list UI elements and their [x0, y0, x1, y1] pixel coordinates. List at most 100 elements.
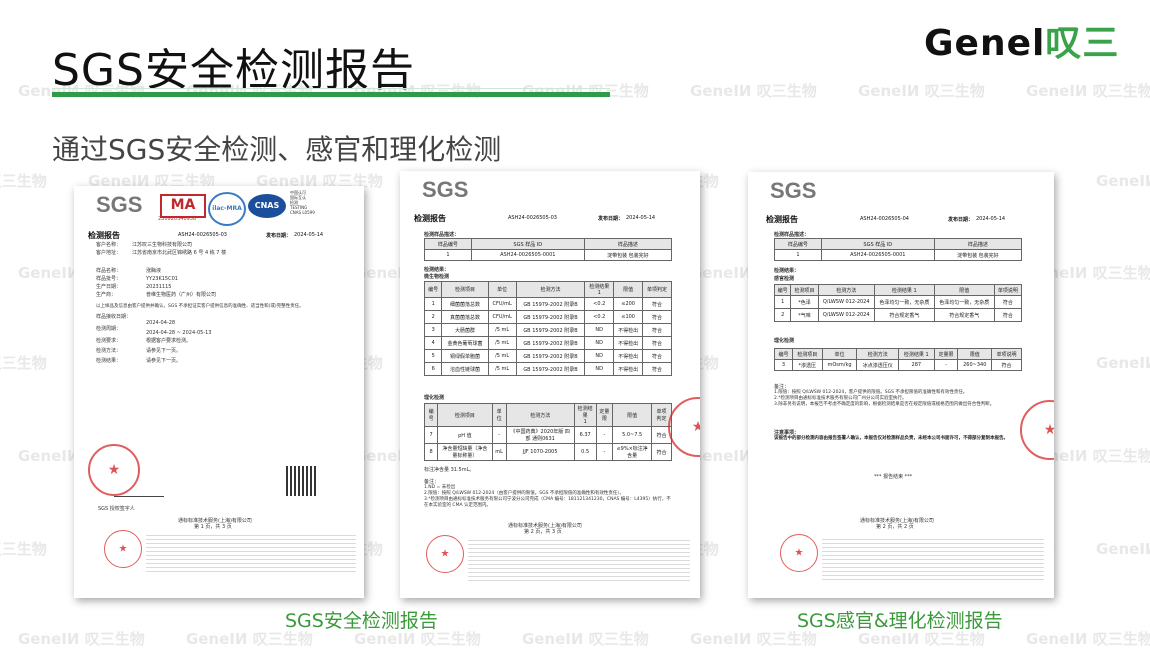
- req-label: 检测要求：: [96, 338, 122, 344]
- table-header-cell: 检测方法: [515, 281, 586, 298]
- prod-label: 生产日期：: [96, 284, 122, 290]
- results-label: 检测结果：: [424, 267, 450, 273]
- end-mark: *** 报告结束 ***: [874, 474, 913, 480]
- table-cell: -: [933, 359, 959, 371]
- table-header-cell: 定量限: [595, 403, 614, 427]
- info-note: 以上样品及信息由客户提供并确认，SGS 不承担证实客户提供信息的准确性、适当性和…: [96, 304, 304, 309]
- table-row: 2 真菌菌落总数 CFU/mL GB 15979-2002 附录B <0.2 ≤100 符合: [423, 310, 672, 324]
- title-underline: [52, 92, 610, 97]
- table-header-cell: 检测项目: [791, 348, 823, 360]
- report-number: ASH24-0026505-03: [178, 232, 227, 238]
- watermark-text: GeneIИ 叹三生物: [0, 540, 47, 558]
- client-value: 江苏叹三生物科技有限公司: [132, 242, 193, 248]
- notes-list: 1.ND = 未检出 2.限值：按照 Q/LWSW 012-2024（由客户提供的…: [424, 485, 674, 509]
- table-header-cell: 单项判定: [642, 281, 672, 298]
- report-title: 检测报告: [88, 231, 120, 240]
- report-number: ASH24-0026505-04: [860, 216, 909, 222]
- table-header-cell: 检测方法: [505, 403, 575, 427]
- sense-table: 编号 检测项目 检测方法 检测结果 1 限值 单项说明 1 *色泽 Q/LWSW 012-202…: [773, 284, 1023, 322]
- method-value: 请参见下一页。: [146, 348, 182, 354]
- phys-table: 编号 检测项目 单位 检测方法 检测结果 1 定量限 限值 单项说明 3 *渗透压 mOsm/kg 冰…: [774, 348, 1022, 371]
- sgs-logo: SGS: [96, 192, 143, 217]
- table-header-cell: 限值: [612, 403, 653, 427]
- table-cell: 不得检出: [613, 349, 644, 363]
- table-cell: 不得检出: [613, 336, 644, 350]
- table-row: 8 净含量短缺量（净含量标称量） mL JJF 1070-2005 0.5- ≤9%×标注…: [423, 443, 672, 461]
- table-cell: *色泽: [790, 295, 819, 309]
- notes-list: 1.限值：按照 Q/LWSW 012-2024，客户提供的限值。SGS 不承担限…: [774, 390, 1030, 408]
- table-cell: ≤100: [613, 310, 644, 324]
- table-cell: 不得检出: [613, 362, 644, 376]
- req-value: 根据客户要求检测。: [146, 338, 192, 344]
- table-header-cell: 检测结果 1: [573, 403, 597, 427]
- table-header-row: 编号 检测项目 单位 检测方法 检测结果 1 定量限 限值 单项判定: [423, 403, 672, 427]
- brand-logo-en: Genel: [924, 23, 1046, 64]
- table-cell: 溶血性链球菌: [441, 362, 489, 376]
- table-cell: JJF 1070-2005: [505, 443, 575, 461]
- table-cell: 大肠菌群: [441, 323, 489, 337]
- table-cell: 铜绿假单胞菌: [441, 349, 489, 363]
- table-header-cell: 单位: [487, 281, 517, 298]
- bottom-stamp: ★: [780, 534, 818, 572]
- ilac-mra-logo: ilac-MRA: [208, 192, 246, 226]
- table-header-cell: SGS 样品 ID: [820, 238, 935, 250]
- table-header-cell: 限值: [613, 281, 644, 298]
- legal-footer: [146, 532, 356, 572]
- sense-label: 感官检测: [774, 276, 795, 282]
- table-header-cell: 单项说明: [993, 284, 1023, 296]
- table-cell: *气味: [790, 308, 819, 322]
- recv-value: 2024-04-28: [146, 320, 176, 326]
- batch-value: YY23K15C01: [146, 276, 178, 282]
- cma-logo: MA: [160, 194, 206, 218]
- method-label: 检测方法：: [96, 348, 122, 354]
- date-label: 发布日期：: [948, 217, 974, 223]
- prod-value: 20231115: [146, 284, 172, 290]
- cnas-text: 中国认可 国际互认 检测 TESTING CNAS L0599: [290, 190, 315, 215]
- table-header-row: 编号 检测项目 单位 检测方法 检测结果 1 定量限 限值 单项说明: [774, 348, 1022, 360]
- address-value: 江苏省南京市北武区锦绣路 6 号 4 栋 7 楼: [132, 250, 227, 256]
- table-cell: 1: [423, 297, 443, 311]
- table-header-cell: 编号: [423, 403, 439, 427]
- table-cell: 色泽均匀一致，无杂质: [933, 295, 995, 309]
- table-cell: 2: [773, 308, 792, 322]
- report-page-3: SGS 检测报告 ASH24-0026505-04 发布日期： 2024-05-…: [748, 172, 1054, 598]
- table-cell: GB 15979-2002 附录B: [515, 362, 586, 376]
- micro-label: 微生物检测: [424, 274, 450, 280]
- table-cell: mOsm/kg: [821, 359, 858, 371]
- table-cell: ≤9%×标注净含量: [612, 443, 653, 461]
- qr-code: [286, 466, 316, 496]
- signer-label: SGS 授权签字人: [98, 506, 135, 512]
- table-cell: 1: [774, 249, 822, 261]
- table-header-cell: 检测项目: [790, 284, 819, 296]
- watermark-text: GeneIИ 叹三生物: [1096, 172, 1150, 190]
- table-cell: 1: [773, 295, 792, 309]
- table-row: 1 ASH24-0026505-0001 淀带包装 包装完好: [774, 249, 1023, 261]
- table-cell: 0.5: [573, 443, 597, 461]
- watermark-text: GeneIИ 叹三生物: [522, 82, 649, 100]
- table-cell: 6: [423, 362, 443, 376]
- table-cell: /5 mL: [487, 336, 517, 350]
- table-cell: ND: [584, 336, 615, 350]
- red-stamp: ★: [1020, 400, 1054, 460]
- period-label: 检测周期：: [96, 326, 122, 332]
- table-header-cell: 检测方法: [817, 284, 875, 296]
- table-cell: 淀带包装 包装完好: [583, 249, 673, 261]
- table-cell: 2: [423, 310, 443, 324]
- table-cell: 符合规定香气: [873, 308, 935, 322]
- table-row: 3 大肠菌群/5 mL GB 15979-2002 附录B ND 不得检出 符合: [423, 323, 672, 337]
- table-row: 1 *色泽 Q/LWSW 012-2024 色泽均匀一致，无杂质 色泽均匀一致，无杂质符…: [773, 295, 1023, 309]
- bottom-stamp: ★: [104, 530, 142, 568]
- table-header-cell: 单位: [491, 403, 507, 427]
- table-cell: ND: [584, 323, 615, 337]
- table-cell: Q/LWSW 012-2024: [817, 308, 875, 322]
- report-title: 检测报告: [766, 215, 798, 224]
- table-cell: GB 15979-2002 附录B: [515, 349, 586, 363]
- table-cell: 冰点渗透压仪: [856, 359, 900, 371]
- page-number: 第 1 页，共 3 页: [194, 524, 232, 530]
- caption-right: SGS感官&理化检测报告: [797, 610, 1003, 632]
- table-cell: 5: [423, 349, 443, 363]
- date-label: 发布日期：: [266, 233, 292, 239]
- page-number: 第 2 页，共 3 页: [524, 529, 562, 535]
- report-title: 检测报告: [414, 214, 446, 223]
- report-number: ASH24-0026505-03: [508, 215, 557, 221]
